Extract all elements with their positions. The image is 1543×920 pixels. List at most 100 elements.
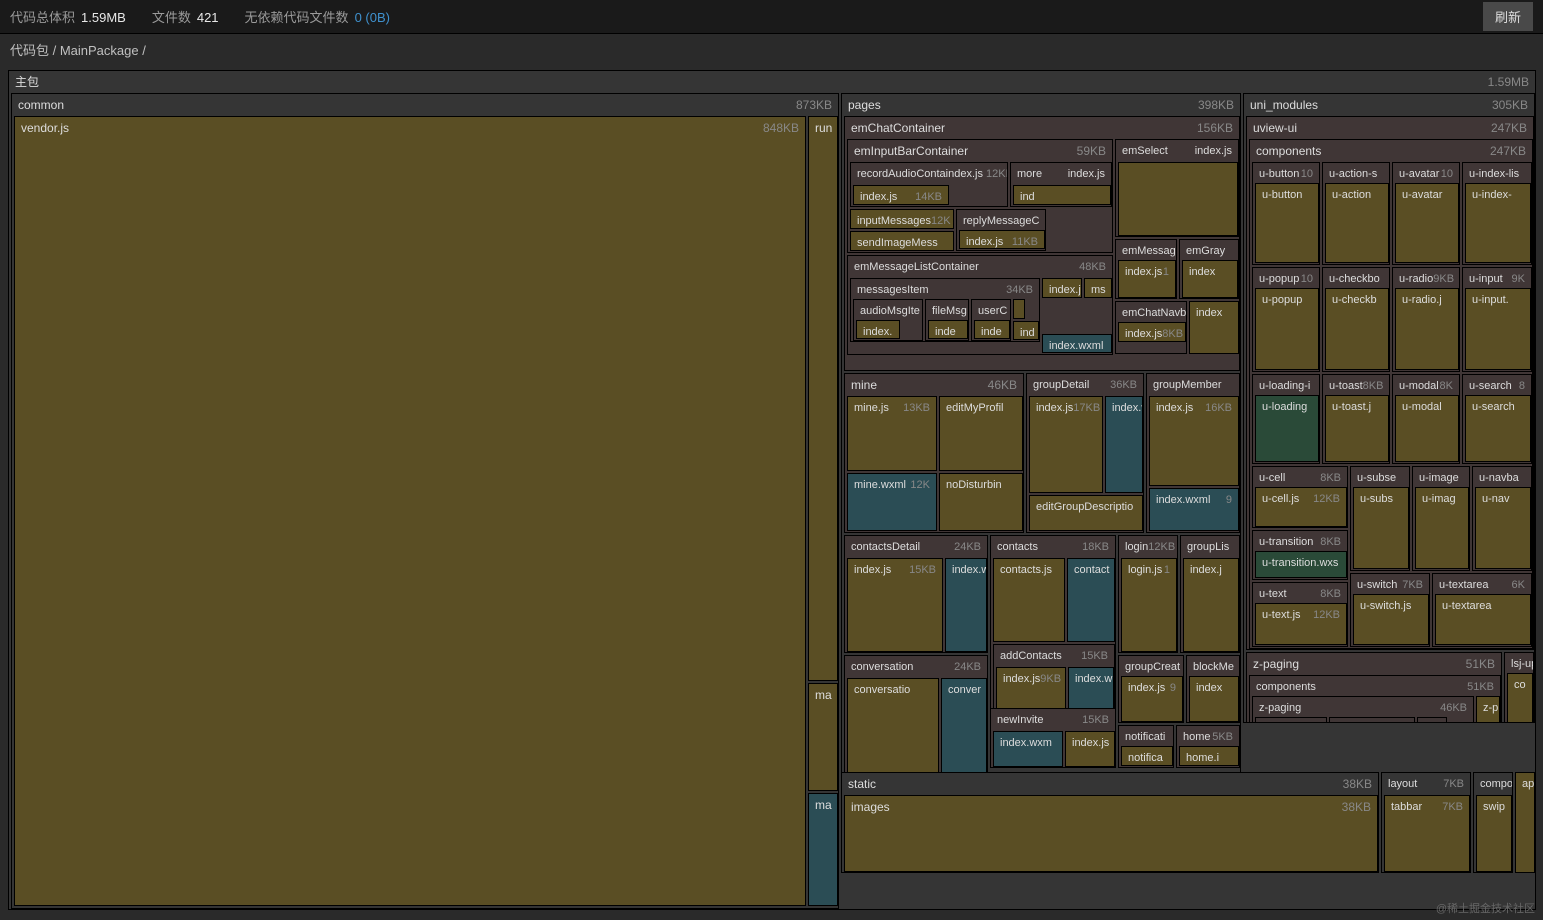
leaf[interactable]: mine.wxml12K bbox=[847, 473, 937, 531]
leaf[interactable]: contacts.js bbox=[993, 558, 1065, 642]
node-zpaging-comp[interactable]: components51KB z-paging46KB componenz-Da… bbox=[1249, 675, 1501, 723]
leaf[interactable]: z-paging wxs11Kz-pag bbox=[1329, 717, 1415, 723]
node-newInvite[interactable]: newInvite15KB index.wxm index.js bbox=[990, 708, 1116, 768]
node-vendor[interactable]: vendor.js848KB bbox=[14, 116, 806, 906]
leaf[interactable]: index.js bbox=[1065, 731, 1115, 767]
node-zp[interactable]: z-paging46KB componenz-Daz-D z-paging wx… bbox=[1252, 696, 1474, 723]
treemap-root[interactable]: 主包1.59MB common873KB vendor.js848KB run … bbox=[8, 70, 1536, 910]
leaf[interactable]: mine.js13KB bbox=[847, 396, 937, 471]
node-groupList[interactable]: groupLis index.j bbox=[1180, 535, 1240, 653]
leaf[interactable]: userCinde bbox=[971, 299, 1011, 341]
leaf[interactable]: index.w bbox=[1105, 396, 1143, 493]
leaf[interactable]: index.js17KB bbox=[1029, 396, 1103, 493]
leaf[interactable]: index.js15KB bbox=[847, 558, 943, 652]
node-layout[interactable]: layout7KB tabbar7KB bbox=[1381, 772, 1471, 873]
node-emSelect[interactable]: emSelectindex.js bbox=[1115, 139, 1239, 237]
node-images[interactable]: images38KB bbox=[844, 795, 1378, 872]
leaf[interactable]: componenz-Daz-D bbox=[1255, 717, 1327, 723]
node-usearch[interactable]: u-search8u-search bbox=[1462, 374, 1532, 464]
node-pages[interactable]: pages398KB emChatContainer156KB emInputB… bbox=[841, 93, 1241, 873]
node-uswitch[interactable]: u-switch7KBu-switch.js bbox=[1350, 573, 1430, 647]
leaf[interactable]: index.wxml9 bbox=[1149, 488, 1239, 531]
node-lsj[interactable]: lsj-upco bbox=[1504, 652, 1534, 723]
node-uview-comp[interactable]: components247KB u-button10u-button u-act… bbox=[1249, 139, 1533, 649]
node-run[interactable]: run bbox=[808, 116, 838, 681]
leaf[interactable]: index.js14KB bbox=[853, 185, 949, 205]
node-groupMembers[interactable]: groupMember index.js16KB index.wxml9 bbox=[1146, 373, 1240, 533]
node-uimage[interactable]: u-imageu-imag bbox=[1412, 466, 1470, 571]
leaf[interactable]: ind bbox=[1013, 185, 1111, 205]
node-compo[interactable]: composwip bbox=[1473, 772, 1513, 873]
node-utrans[interactable]: u-transition8KBu-transition.wxs bbox=[1252, 530, 1348, 580]
node-utoast[interactable]: u-toast8KBu-toast.j bbox=[1322, 374, 1390, 464]
node-reply[interactable]: replyMessageC index.js11KB bbox=[956, 209, 1046, 251]
node-usubse[interactable]: u-subseu-subs bbox=[1350, 466, 1410, 571]
node-uinput[interactable]: u-input9Ku-input. bbox=[1462, 267, 1532, 372]
breadcrumb[interactable]: 代码包 / MainPackage / bbox=[0, 34, 1543, 64]
leaf[interactable]: noDisturbin bbox=[939, 473, 1023, 531]
node-more[interactable]: moreindex.js ind bbox=[1010, 162, 1112, 207]
leaf[interactable]: login.js1 bbox=[1121, 558, 1177, 652]
node-uaction[interactable]: u-action-su-action bbox=[1322, 162, 1390, 265]
node-emNav[interactable]: emChatNavbindex.js8KB bbox=[1115, 301, 1187, 354]
node-uni[interactable]: uni_modules305KB uview-ui247KB component… bbox=[1243, 93, 1535, 723]
node-ucheck[interactable]: u-checkbou-checkb bbox=[1322, 267, 1390, 372]
node-utext[interactable]: u-text8KBu-text.js12KB bbox=[1252, 582, 1348, 647]
node-zpaging[interactable]: z-paging51KB components51KB z-paging46KB… bbox=[1246, 652, 1502, 723]
node-home[interactable]: home5KBhome.i bbox=[1176, 725, 1240, 768]
refresh-button[interactable]: 刷新 bbox=[1483, 2, 1533, 31]
node-mine[interactable]: mine46KB mine.js13KB editMyProfil mine.w… bbox=[844, 373, 1024, 533]
leaf[interactable]: index.js16KB bbox=[1149, 396, 1239, 486]
node-emGray[interactable]: emGrayindex bbox=[1179, 239, 1239, 299]
node-utextarea[interactable]: u-textarea6Ku-textarea bbox=[1432, 573, 1532, 647]
node-emList[interactable]: emMessageListContainer48KB messagesItem3… bbox=[847, 255, 1113, 355]
node-msgItem[interactable]: messagesItem34KB audioMsgIteindex. fileM… bbox=[850, 278, 1040, 342]
node-ubutton[interactable]: u-button10u-button bbox=[1252, 162, 1320, 265]
node-notif[interactable]: notificatinotifica bbox=[1118, 725, 1174, 768]
leaf[interactable]: fileMsginde bbox=[925, 299, 969, 341]
leaf[interactable]: index.js11KB bbox=[959, 230, 1045, 249]
node-recordAudio[interactable]: recordAudioContaindex.js 12KB index.js14… bbox=[850, 162, 1008, 207]
node-ucell[interactable]: u-cell8KBu-cell.js12KB bbox=[1252, 466, 1348, 528]
node-sendImg[interactable]: sendImageMess bbox=[850, 231, 954, 251]
node-uloading[interactable]: u-loading-iu-loading bbox=[1252, 374, 1320, 464]
leaf[interactable]: z-pz bbox=[1417, 717, 1447, 723]
node-ma2[interactable]: ma bbox=[808, 793, 838, 906]
leaf[interactable] bbox=[1013, 299, 1025, 319]
leaf[interactable]: index bbox=[1189, 301, 1239, 354]
leaf[interactable]: audioMsgIteindex. bbox=[853, 299, 923, 341]
node-unavbar[interactable]: u-navbau-nav bbox=[1472, 466, 1532, 571]
leaf[interactable]: index.w bbox=[945, 558, 987, 652]
node-groupCreate[interactable]: groupCreatindex.js9 bbox=[1118, 655, 1184, 723]
node-contactsDetail[interactable]: contactsDetail24KB index.js15KB index.w bbox=[844, 535, 988, 653]
node-tabbar[interactable]: tabbar7KB bbox=[1384, 795, 1470, 872]
node-static[interactable]: static38KB images38KB bbox=[841, 772, 1379, 873]
node-emChat[interactable]: emChatContainer156KB emInputBarContainer… bbox=[844, 116, 1240, 371]
leaf[interactable]: editGroupDescriptio bbox=[1029, 495, 1143, 531]
node-inputMsg[interactable]: inputMessages12K bbox=[850, 209, 954, 229]
node-common[interactable]: common873KB vendor.js848KB run ma ma bbox=[11, 93, 839, 909]
node-uview[interactable]: uview-ui247KB components247KB u-button10… bbox=[1246, 116, 1534, 650]
leaf[interactable]: index.j bbox=[1183, 558, 1239, 652]
node-uradio[interactable]: u-radio9KBu-radio.j bbox=[1392, 267, 1460, 372]
leaf[interactable]: index.wxml bbox=[1042, 334, 1112, 353]
node-emMessage[interactable]: emMessagindex.js1 bbox=[1115, 239, 1177, 299]
leaf[interactable]: editMyProfil bbox=[939, 396, 1023, 471]
node-ma1[interactable]: ma bbox=[808, 683, 838, 791]
node-emInput[interactable]: emInputBarContainer59KB recordAudioConta… bbox=[847, 139, 1113, 253]
node-blockM[interactable]: blockMeindex bbox=[1186, 655, 1240, 723]
leaf[interactable]: index.j bbox=[1042, 278, 1082, 298]
leaf[interactable]: ms bbox=[1084, 278, 1112, 298]
leaf[interactable]: index.wxm bbox=[993, 731, 1063, 767]
node-uavatar[interactable]: u-avatar10u-avatar bbox=[1392, 162, 1460, 265]
node-app[interactable]: app bbox=[1515, 772, 1535, 873]
node-upopup[interactable]: u-popup10u-popup bbox=[1252, 267, 1320, 372]
leaf[interactable]: contact bbox=[1067, 558, 1115, 642]
leaf[interactable] bbox=[1118, 162, 1238, 236]
leaf[interactable]: ind bbox=[1013, 321, 1039, 340]
node-umodal[interactable]: u-modal8Ku-modal bbox=[1392, 374, 1460, 464]
node-login[interactable]: login12KB login.js1 bbox=[1118, 535, 1178, 653]
node-groupDetail[interactable]: groupDetail36KB index.js17KB index.w edi… bbox=[1026, 373, 1144, 533]
leaf[interactable]: z-p bbox=[1476, 696, 1500, 723]
node-uindex[interactable]: u-index-lisu-index- bbox=[1462, 162, 1532, 265]
